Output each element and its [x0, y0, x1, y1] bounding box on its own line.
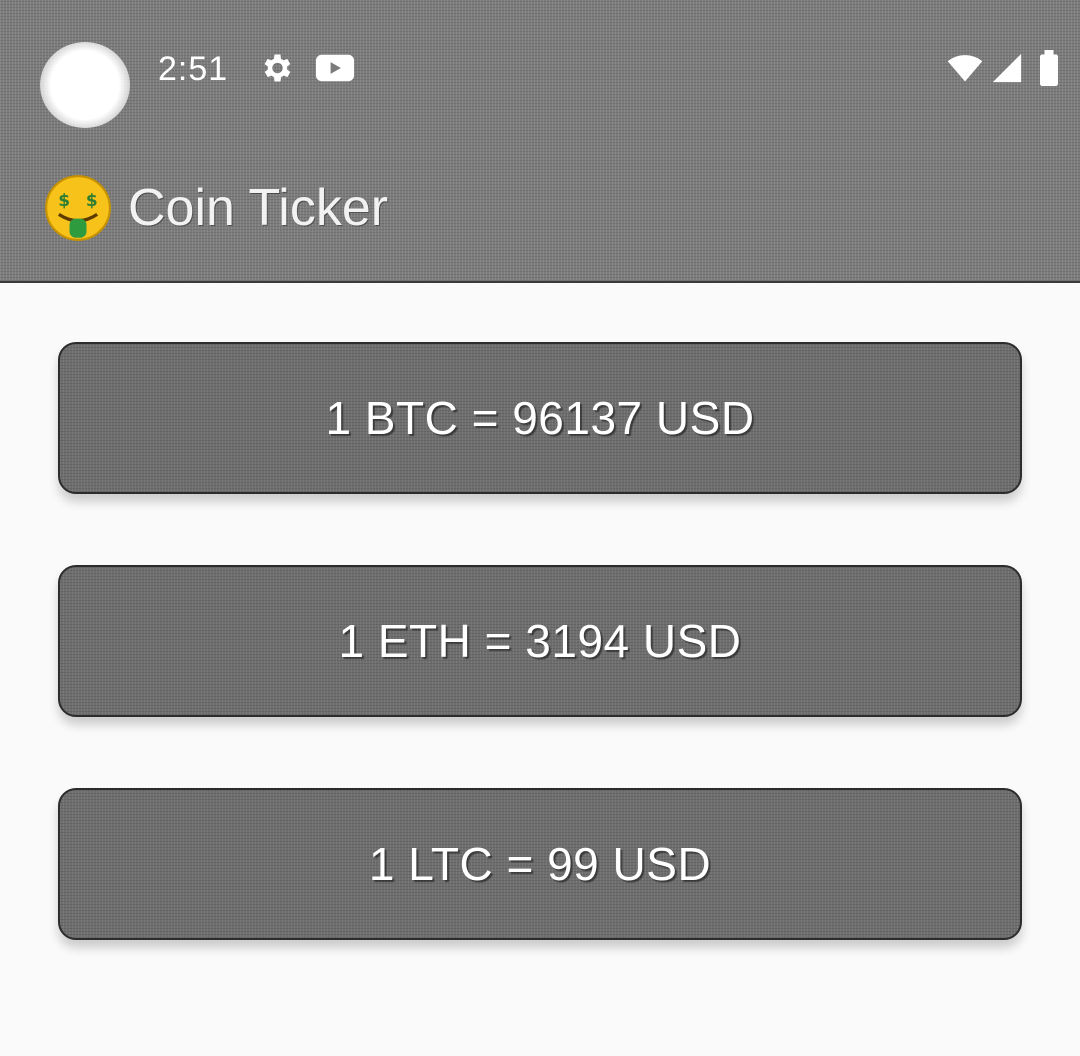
rate-label-eth: 1 ETH = 3194 USD — [338, 615, 742, 667]
app-bar: 2:51 $ $ Coin Ticker — [0, 0, 1080, 283]
battery-icon — [1040, 50, 1058, 86]
app-title: Coin Ticker — [128, 179, 389, 237]
settings-gear-icon — [264, 54, 291, 82]
toolbar-title: $ $ Coin Ticker — [44, 175, 389, 241]
rate-card-ltc[interactable]: 1 LTC = 99 USD — [58, 788, 1022, 940]
svg-text:$: $ — [86, 191, 98, 211]
youtube-icon — [315, 54, 355, 82]
rate-card-btc[interactable]: 1 BTC = 96137 USD — [58, 342, 1022, 494]
money-mouth-face-icon: $ $ — [45, 175, 111, 241]
svg-text:$: $ — [58, 191, 70, 211]
cell-signal-icon — [992, 53, 1022, 83]
status-clock: 2:51 — [158, 50, 229, 88]
wifi-icon — [947, 55, 983, 82]
rate-card-eth[interactable]: 1 ETH = 3194 USD — [58, 565, 1022, 717]
rate-label-btc: 1 BTC = 96137 USD — [325, 392, 755, 444]
avatar — [40, 42, 130, 128]
rate-label-ltc: 1 LTC = 99 USD — [368, 838, 712, 890]
status-bar: 2:51 — [0, 0, 1080, 140]
